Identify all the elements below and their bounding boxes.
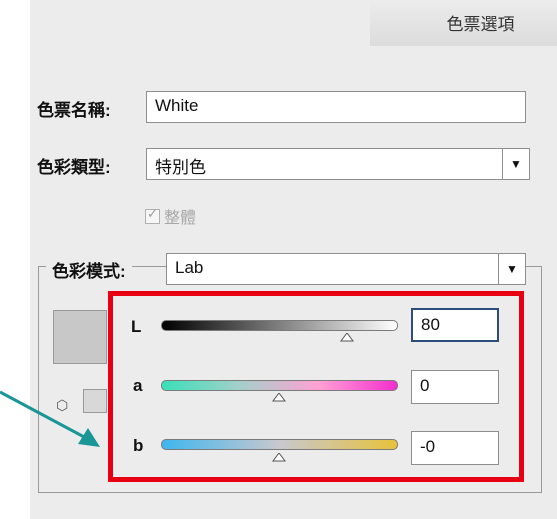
global-checkbox-row[interactable]: 整體 <box>145 204 196 228</box>
global-checkbox-label: 整體 <box>164 210 197 227</box>
swatch-name-label: 色票名稱: <box>37 101 111 120</box>
annotation-arrow <box>0 390 100 447</box>
chevron-down-icon[interactable]: ▼ <box>502 149 529 179</box>
dialog-title: 色票選項 <box>446 15 515 34</box>
color-type-select[interactable]: 特別色 ▼ <box>146 148 530 180</box>
chevron-down-icon[interactable]: ▼ <box>498 254 525 284</box>
color-type-value: 特別色 <box>155 158 206 177</box>
color-mode-value: Lab <box>175 258 204 277</box>
color-preview-swatch <box>53 310 107 364</box>
swatch-name-input[interactable]: White <box>146 91 526 123</box>
global-checkbox[interactable] <box>145 206 160 224</box>
color-type-label: 色彩類型: <box>37 158 111 177</box>
highlight-box <box>108 291 524 482</box>
swatch-name-value: White <box>155 96 199 115</box>
color-mode-select[interactable]: Lab ▼ <box>166 253 526 285</box>
color-mode-label: 色彩模式: <box>46 257 132 282</box>
